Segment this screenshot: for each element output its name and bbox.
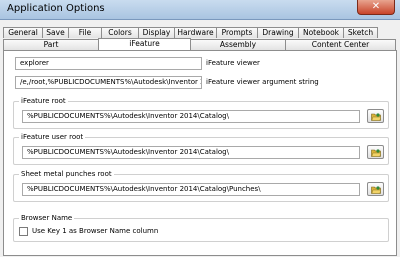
ifeature-viewer-input[interactable]: explorer — [15, 57, 202, 70]
tab-row-1: General Save File Colors Display Hardwar… — [3, 27, 397, 38]
ifeature-viewer-args-input[interactable]: /e,/root,%PUBLICDOCUMENTS%\Autodesk\Inve… — [15, 76, 202, 89]
tab-notebook[interactable]: Notebook — [298, 27, 344, 38]
ifeature-viewer-args-label: iFeature viewer argument string — [206, 78, 319, 86]
tab-sketch[interactable]: Sketch — [343, 27, 378, 38]
tab-content-center[interactable]: Content Center — [285, 39, 396, 50]
tab-drawing[interactable]: Drawing — [257, 27, 299, 38]
tab-prompts[interactable]: Prompts — [216, 27, 258, 38]
ifeature-user-root-input[interactable]: %PUBLICDOCUMENTS%\Autodesk\Inventor 2014… — [22, 146, 360, 159]
tab-row-2: Part iFeature Assembly Content Center — [3, 38, 397, 51]
sheet-metal-punches-root-browse-button[interactable] — [367, 182, 384, 196]
ifeature-user-root-title: iFeature user root — [19, 133, 86, 141]
tab-assembly[interactable]: Assembly — [190, 39, 286, 50]
ifeature-root-group: iFeature root %PUBLICDOCUMENTS%\Autodesk… — [13, 97, 389, 129]
folder-browse-icon — [371, 186, 381, 194]
ifeature-panel: explorer iFeature viewer /e,/root,%PUBLI… — [3, 50, 397, 256]
sheet-metal-punches-root-group: Sheet metal punches root %PUBLICDOCUMENT… — [13, 170, 389, 202]
ifeature-root-input[interactable]: %PUBLICDOCUMENTS%\Autodesk\Inventor 2014… — [22, 110, 360, 123]
close-button[interactable]: ✕ — [357, 0, 395, 15]
folder-browse-icon — [371, 113, 381, 121]
ifeature-root-browse-button[interactable] — [367, 109, 384, 123]
application-options-window: Application Options ✕ General Save File … — [0, 0, 400, 257]
sheet-metal-punches-root-title: Sheet metal punches root — [19, 170, 114, 178]
tab-hardware[interactable]: Hardware — [174, 27, 217, 38]
ifeature-user-root-browse-button[interactable] — [367, 145, 384, 159]
use-key1-checkbox-label: Use Key 1 as Browser Name column — [32, 227, 159, 235]
tab-display[interactable]: Display — [138, 27, 175, 38]
browser-name-group: Browser Name Use Key 1 as Browser Name c… — [13, 214, 389, 242]
tab-general[interactable]: General — [3, 27, 43, 38]
browser-name-title: Browser Name — [19, 214, 75, 222]
title-bar: Application Options ✕ — [0, 0, 400, 20]
ifeature-root-title: iFeature root — [19, 97, 68, 105]
use-key1-checkbox[interactable] — [19, 227, 28, 236]
sheet-metal-punches-root-input[interactable]: %PUBLICDOCUMENTS%\Autodesk\Inventor 2014… — [22, 183, 360, 196]
ifeature-viewer-label: iFeature viewer — [206, 59, 260, 67]
folder-browse-icon — [371, 149, 381, 157]
window-title: Application Options — [7, 3, 105, 14]
tab-save[interactable]: Save — [42, 27, 69, 38]
close-icon: ✕ — [371, 1, 381, 12]
tab-file[interactable]: File — [68, 27, 102, 38]
tab-colors[interactable]: Colors — [101, 27, 139, 38]
ifeature-user-root-group: iFeature user root %PUBLICDOCUMENTS%\Aut… — [13, 133, 389, 165]
tab-part[interactable]: Part — [3, 39, 99, 50]
